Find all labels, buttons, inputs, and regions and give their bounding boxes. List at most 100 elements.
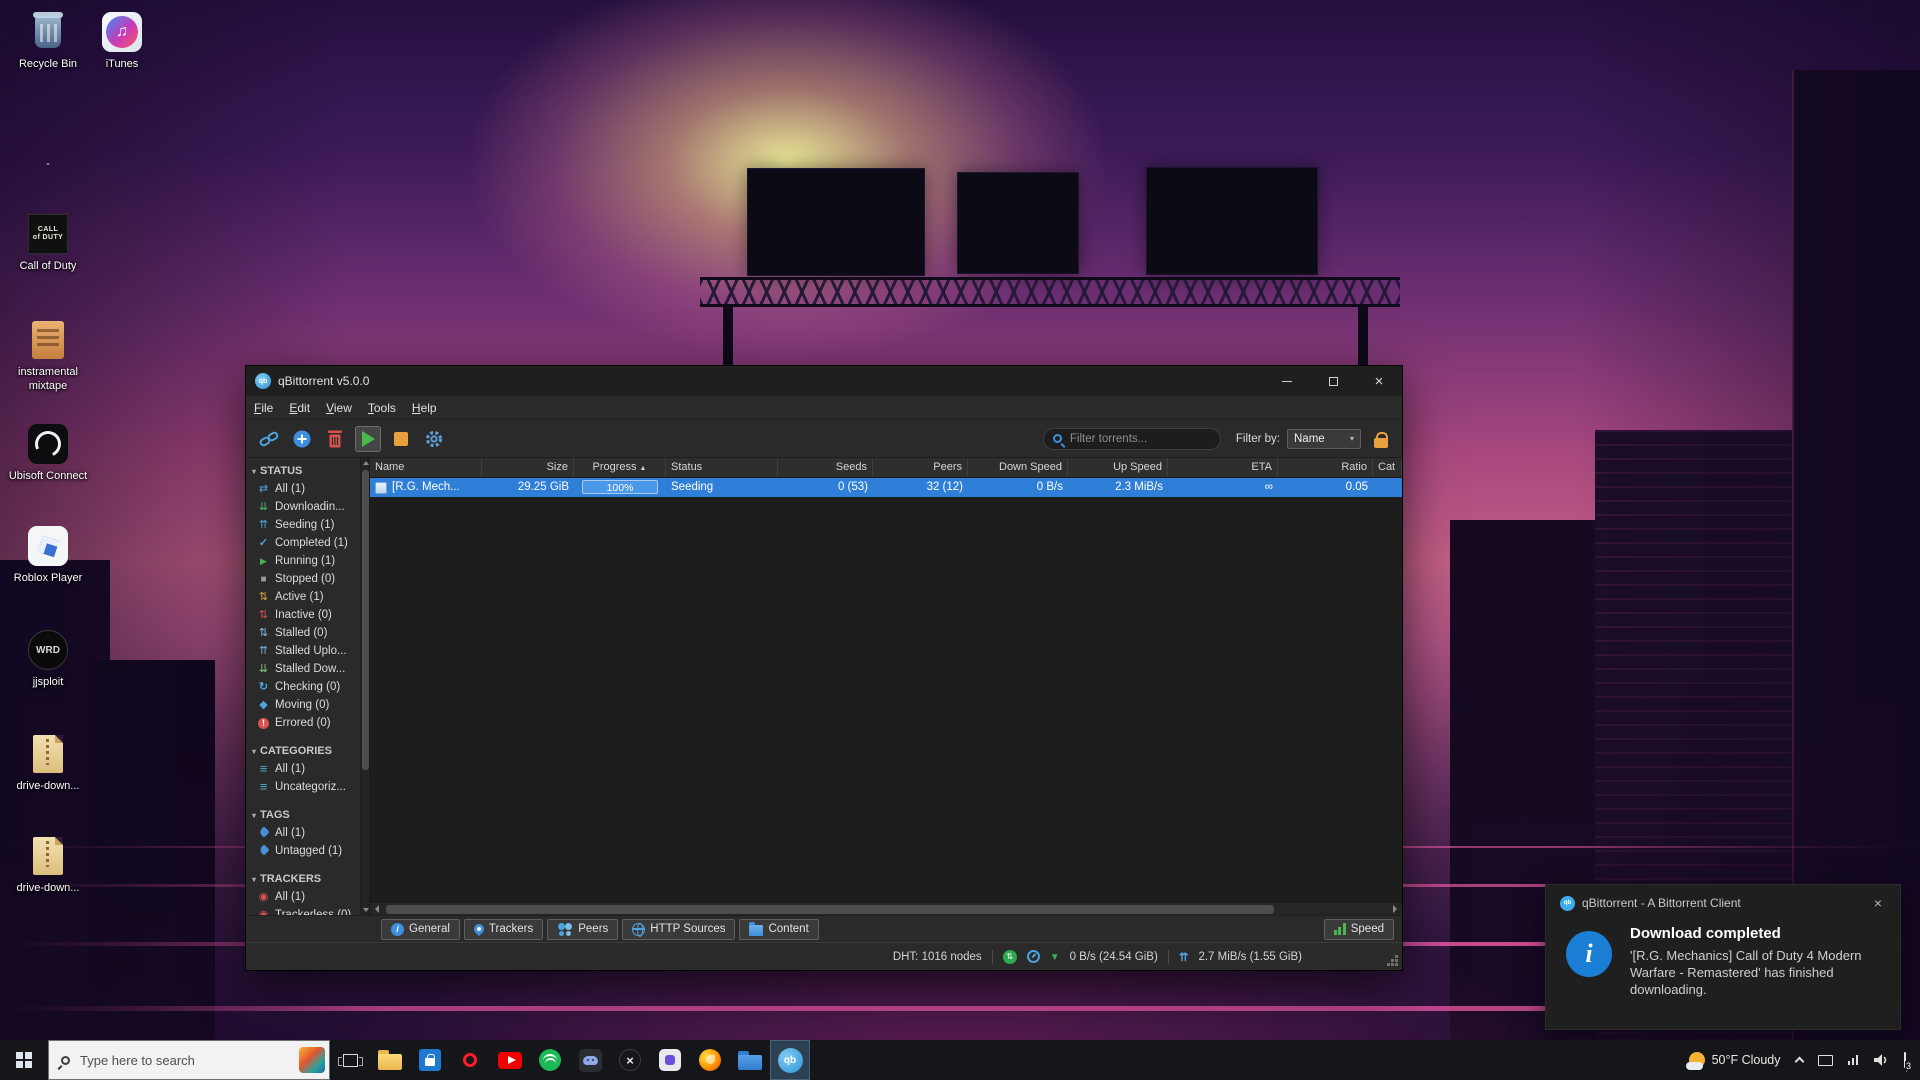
network-tray-icon[interactable]	[1848, 1055, 1859, 1065]
filter-active[interactable]: Active (1)	[246, 588, 360, 606]
filter-seeding[interactable]: Seeding (1)	[246, 516, 360, 534]
lock-icon[interactable]	[1374, 438, 1388, 448]
desktop-icon-recycle-bin[interactable]: Recycle Bin	[8, 10, 88, 72]
column-header-peers[interactable]: Peers	[873, 458, 968, 477]
torrent-filter-search[interactable]	[1043, 428, 1221, 450]
speed-limits-icon[interactable]	[1027, 950, 1040, 963]
tracker-all[interactable]: All (1)	[246, 888, 360, 906]
taskbar-app-opera-gx[interactable]	[450, 1040, 490, 1080]
taskbar-app-x[interactable]	[610, 1040, 650, 1080]
desktop-icon-drive-download-1[interactable]: drive-down...	[8, 732, 88, 794]
tab-peers[interactable]: Peers	[547, 919, 618, 940]
column-header-name[interactable]: Name	[370, 458, 482, 477]
action-center-button[interactable]: 3	[1904, 1053, 1906, 1067]
tab-trackers[interactable]: Trackers	[464, 919, 543, 940]
scroll-left-arrow-icon[interactable]	[370, 903, 384, 915]
desktop-icon-itunes[interactable]: ♫ iTunes	[82, 10, 162, 72]
start-button[interactable]	[0, 1040, 48, 1080]
filter-downloading[interactable]: Downloadin...	[246, 498, 360, 516]
column-header-down-speed[interactable]: Down Speed	[968, 458, 1068, 477]
menu-edit[interactable]: Edit	[281, 396, 318, 420]
taskbar-app-wemod[interactable]	[650, 1040, 690, 1080]
torrent-row[interactable]: [R.G. Mech... 29.25 GiB 100% Seeding 0 (…	[370, 478, 1402, 497]
scrollbar-thumb[interactable]	[386, 905, 1274, 914]
tag-all[interactable]: All (1)	[246, 824, 360, 842]
scroll-right-arrow-icon[interactable]	[1388, 903, 1402, 915]
column-header-ratio[interactable]: Ratio	[1278, 458, 1373, 477]
taskbar-search-input[interactable]	[78, 1052, 291, 1069]
column-header-status[interactable]: Status	[666, 458, 778, 477]
taskbar-app-youtube[interactable]	[490, 1040, 530, 1080]
maximize-button[interactable]	[1310, 366, 1356, 396]
filter-checking[interactable]: Checking (0)	[246, 678, 360, 696]
filter-all[interactable]: All (1)	[246, 480, 360, 498]
desktop-icon-roblox-player[interactable]: Roblox Player	[8, 524, 88, 586]
toast-close-button[interactable]: ×	[1868, 895, 1888, 911]
column-header-eta[interactable]: ETA	[1168, 458, 1278, 477]
taskbar-search[interactable]	[48, 1040, 330, 1080]
scroll-down-arrow-icon[interactable]	[361, 905, 370, 915]
search-input[interactable]	[1068, 432, 1211, 446]
desktop-icon-instramental-mixtape[interactable]: instramental mixtape	[8, 318, 88, 394]
scrollbar-thumb[interactable]	[362, 470, 369, 770]
taskbar-app-discord[interactable]	[570, 1040, 610, 1080]
column-header-progress[interactable]: Progress	[574, 458, 666, 477]
column-header-size[interactable]: Size	[482, 458, 574, 477]
filter-running[interactable]: Running (1)	[246, 552, 360, 570]
category-uncategorized[interactable]: Uncategoriz...	[246, 778, 360, 796]
desktop-icon-drive-download-2[interactable]: drive-down...	[8, 834, 88, 896]
connection-status-icon[interactable]	[1003, 950, 1017, 964]
section-header-tags[interactable]: TAGS	[246, 806, 360, 824]
filter-completed[interactable]: Completed (1)	[246, 534, 360, 552]
filter-stalled-downloading[interactable]: Stalled Dow...	[246, 660, 360, 678]
column-header-seeds[interactable]: Seeds	[778, 458, 873, 477]
task-view-button[interactable]	[330, 1040, 370, 1080]
close-button[interactable]: ×	[1356, 366, 1402, 396]
taskbar-app-downloads-folder[interactable]	[730, 1040, 770, 1080]
filter-inactive[interactable]: Inactive (0)	[246, 606, 360, 624]
filter-stopped[interactable]: Stopped (0)	[246, 570, 360, 588]
desktop-icon-dash[interactable]: -	[8, 158, 88, 172]
taskbar-app-firefox[interactable]	[690, 1040, 730, 1080]
category-all[interactable]: All (1)	[246, 760, 360, 778]
column-header-cat[interactable]: Cat	[1373, 458, 1402, 477]
options-button[interactable]	[421, 426, 447, 452]
stop-torrent-button[interactable]	[388, 426, 414, 452]
speaker-icon[interactable]	[1873, 1053, 1889, 1067]
section-header-trackers[interactable]: TRACKERS	[246, 870, 360, 888]
taskbar-app-file-explorer[interactable]	[370, 1040, 410, 1080]
filter-moving[interactable]: Moving (0)	[246, 696, 360, 714]
horizontal-scrollbar[interactable]	[370, 902, 1402, 915]
resume-torrent-button[interactable]	[355, 426, 381, 452]
filter-stalled-uploading[interactable]: Stalled Uplo...	[246, 642, 360, 660]
filter-errored[interactable]: Errored (0)	[246, 714, 360, 732]
desktop-icon-ubisoft-connect[interactable]: Ubisoft Connect	[8, 422, 88, 484]
sidebar-scrollbar[interactable]	[360, 458, 369, 915]
section-header-status[interactable]: STATUS	[246, 462, 360, 480]
window-titlebar[interactable]: qBittorrent v5.0.0 ×	[246, 366, 1402, 396]
taskbar-app-qbittorrent[interactable]	[770, 1040, 810, 1080]
menu-view[interactable]: View	[318, 396, 360, 420]
menu-help[interactable]: Help	[404, 396, 445, 420]
tracker-trackerless[interactable]: Trackerless (0)	[246, 906, 360, 915]
filter-stalled[interactable]: Stalled (0)	[246, 624, 360, 642]
tab-speed[interactable]: Speed	[1324, 919, 1394, 940]
desktop-icon-call-of-duty[interactable]: Call of Duty	[8, 212, 88, 274]
tab-content[interactable]: Content	[739, 919, 818, 940]
tab-general[interactable]: General	[381, 919, 460, 940]
column-header-up-speed[interactable]: Up Speed	[1068, 458, 1168, 477]
notification-toast[interactable]: qBittorrent - A Bittorrent Client × Down…	[1545, 884, 1901, 1030]
scroll-up-arrow-icon[interactable]	[361, 458, 370, 468]
taskbar-app-spotify[interactable]	[530, 1040, 570, 1080]
tab-http-sources[interactable]: HTTP Sources	[622, 919, 735, 940]
delete-torrent-button[interactable]	[322, 426, 348, 452]
weather-widget[interactable]: 50°F Cloudy	[1689, 1052, 1781, 1068]
show-hidden-icons-chevron[interactable]	[1794, 1057, 1804, 1067]
menu-file[interactable]: File	[246, 396, 281, 420]
minimize-button[interactable]	[1264, 366, 1310, 396]
add-torrent-link-button[interactable]	[256, 426, 282, 452]
taskbar-app-microsoft-store[interactable]	[410, 1040, 450, 1080]
resize-grip[interactable]	[1395, 963, 1398, 966]
tag-untagged[interactable]: Untagged (1)	[246, 842, 360, 860]
desktop-icon-jjsploit[interactable]: jjsploit	[8, 628, 88, 690]
